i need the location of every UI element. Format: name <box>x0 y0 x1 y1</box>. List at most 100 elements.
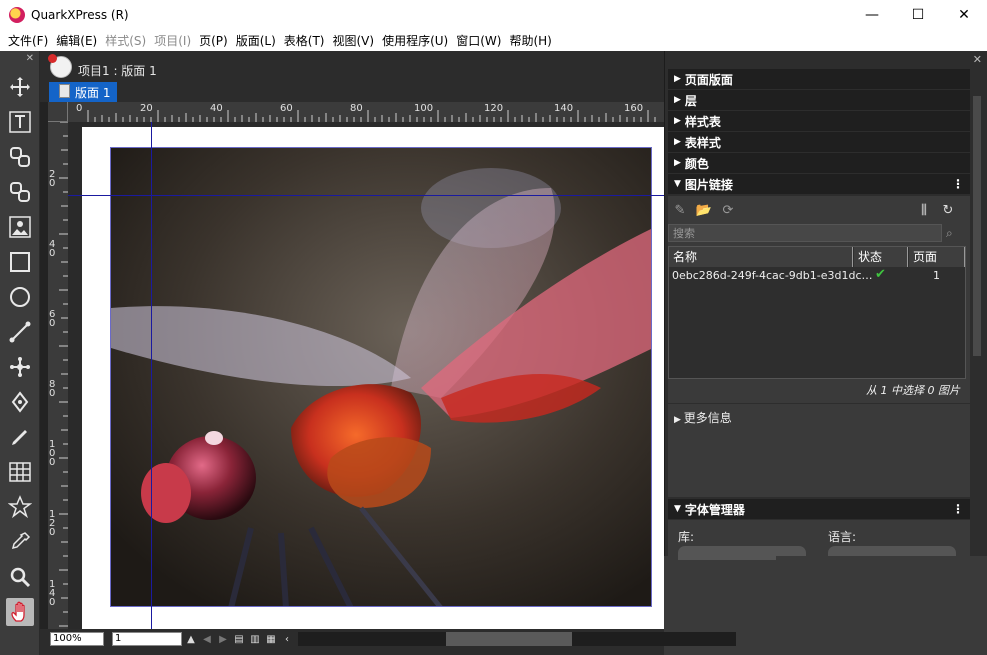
picture-links-body: ✎ 📂 ⟳ ⫼ ↻ 搜索 ⌕ 名称 状态 页面 0ebc286d-249f-4c… <box>668 196 970 403</box>
panel-colors[interactable]: ▶ 颜色 <box>668 153 970 173</box>
title-bar: QuarkXPress (R) — ☐ ✕ <box>0 0 987 30</box>
search-icon[interactable]: ⌕ <box>946 226 953 241</box>
menu-layout[interactable]: 版面(L) <box>232 32 280 49</box>
ruler-label: 120 <box>484 103 504 114</box>
close-button[interactable]: ✕ <box>941 0 987 30</box>
menu-table[interactable]: 表格(T) <box>280 32 329 49</box>
scroll-left-arrow-icon[interactable]: ‹ <box>280 632 294 646</box>
next-page-arrow-icon[interactable]: ▶ <box>216 632 230 646</box>
table-tool[interactable] <box>6 458 34 486</box>
layout-tab[interactable]: 版面 1 <box>49 82 117 102</box>
open-folder-icon[interactable]: 📂 <box>696 202 712 218</box>
menu-file[interactable]: 文件(F) <box>4 32 52 49</box>
section-label: 表样式 <box>684 135 721 150</box>
column-header-name[interactable]: 名称 <box>669 247 853 267</box>
panel-scroll-thumb[interactable] <box>973 96 981 356</box>
expand-arrow-icon: ▶ <box>674 74 681 84</box>
expand-arrow-icon: ▶ <box>674 158 681 168</box>
update-icon[interactable]: ⟳ <box>720 202 736 218</box>
oval-box-tool[interactable] <box>6 283 34 311</box>
panel-menu-icon[interactable]: ⋮ <box>952 502 964 516</box>
edit-pencil-icon[interactable]: ✎ <box>672 202 688 218</box>
more-info-section[interactable]: ▶ 更多信息 <box>668 404 970 497</box>
ruler-origin[interactable] <box>48 102 68 122</box>
page-1[interactable] <box>82 127 664 637</box>
ruler-label: 60 <box>280 103 293 114</box>
tools-close-icon[interactable]: ✕ <box>26 53 34 64</box>
pen-tool[interactable] <box>6 388 34 416</box>
panel-font-manager[interactable]: ▼ 字体管理器 ⋮ <box>668 499 970 519</box>
line-tool[interactable] <box>6 318 34 346</box>
ruler-label: 1 4 0 <box>49 579 56 608</box>
maximize-button[interactable]: ☐ <box>895 0 941 30</box>
ruler-label: 8 0 <box>49 379 56 399</box>
text-unlink-tool[interactable] <box>6 178 34 206</box>
vertical-guide[interactable] <box>151 122 152 637</box>
menu-help[interactable]: 帮助(H) <box>505 32 555 49</box>
menu-bar: 文件(F) 编辑(E) 样式(S) 项目(I) 页(P) 版面(L) 表格(T)… <box>0 30 987 51</box>
palette-close-icon[interactable]: ✕ <box>973 53 982 66</box>
menu-view[interactable]: 视图(V) <box>329 32 379 49</box>
text-tool[interactable] <box>6 108 34 136</box>
vertical-ruler[interactable]: 2 0 4 0 6 0 8 0 1 0 0 1 2 0 1 4 0 <box>48 122 68 637</box>
expand-arrow-icon: ▶ <box>674 137 681 147</box>
expand-arrow-icon: ▶ <box>674 95 681 105</box>
zoom-field[interactable]: 100% <box>50 632 104 646</box>
column-header-page[interactable]: 页面 <box>909 247 965 267</box>
eyedropper-tool[interactable] <box>6 528 34 556</box>
freehand-pen-tool[interactable] <box>6 423 34 451</box>
ruler-label: 0 <box>76 103 83 114</box>
panel-layers[interactable]: ▶ 层 <box>668 90 970 110</box>
text-link-tool[interactable] <box>6 143 34 171</box>
pen-nib-icon <box>11 391 29 413</box>
menu-window[interactable]: 窗口(W) <box>452 32 505 49</box>
menu-utilities[interactable]: 使用程序(U) <box>378 32 452 49</box>
horizontal-guide[interactable] <box>68 195 664 196</box>
picture-content-tool[interactable] <box>6 213 34 241</box>
picture-box[interactable] <box>110 147 652 607</box>
expand-arrow-icon: ▶ <box>674 116 681 126</box>
text-box-icon <box>9 111 31 133</box>
zoom-tool[interactable] <box>6 563 34 591</box>
split-window-icon[interactable]: ▥ <box>248 632 262 646</box>
page-up-arrow-icon[interactable]: ▲ <box>184 632 198 646</box>
preview-icon[interactable]: ▦ <box>264 632 278 646</box>
show-in-folder-icon[interactable]: ⫼ <box>916 202 932 218</box>
page-number-field[interactable]: 1 <box>112 632 182 646</box>
menu-item[interactable]: 项目(I) <box>150 32 195 49</box>
ruler-label: 6 0 <box>49 309 56 329</box>
panel-scrollbar[interactable] <box>971 86 983 556</box>
star-tool[interactable] <box>6 493 34 521</box>
ruler-label: 1 2 0 <box>49 509 56 538</box>
ruler-label: 100 <box>414 103 434 114</box>
panel-table-styles[interactable]: ▶ 表样式 <box>668 132 970 152</box>
minimize-button[interactable]: — <box>849 0 895 30</box>
horizontal-scroll-thumb[interactable] <box>446 632 572 646</box>
collapse-arrow-icon: ▼ <box>674 504 681 514</box>
section-label: 字体管理器 <box>684 502 745 517</box>
menu-edit[interactable]: 编辑(E) <box>52 32 101 49</box>
panel-style-sheets[interactable]: ▶ 样式表 <box>668 111 970 131</box>
panel-page-layout[interactable]: ▶ 页面版面 <box>668 69 970 89</box>
bezier-point-tool[interactable] <box>6 353 34 381</box>
panel-picture-links[interactable]: ▼ 图片链接 ⋮ <box>668 174 970 194</box>
pencil-icon <box>12 430 27 445</box>
unlink-icon <box>10 182 30 202</box>
expand-arrow-icon: ▶ <box>674 415 684 425</box>
view-mode-icon[interactable]: ▤ <box>232 632 246 646</box>
horizontal-ruler[interactable]: 0 20 40 60 80 100 120 140 160 <box>48 102 664 122</box>
page-icon <box>59 84 70 98</box>
move-tool[interactable] <box>6 73 34 101</box>
rectangle-box-tool[interactable] <box>6 248 34 276</box>
column-header-status[interactable]: 状态 <box>854 247 908 267</box>
pasteboard[interactable] <box>68 122 664 637</box>
refresh-icon[interactable]: ↻ <box>940 202 956 218</box>
menu-style[interactable]: 样式(S) <box>101 32 150 49</box>
hand-icon <box>11 601 25 622</box>
pan-tool[interactable] <box>6 598 34 626</box>
menu-page[interactable]: 页(P) <box>195 32 232 49</box>
prev-page-arrow-icon[interactable]: ◀ <box>200 632 214 646</box>
picture-search-input[interactable]: 搜索 <box>668 224 942 242</box>
horizontal-scrollbar[interactable] <box>298 632 736 646</box>
panel-menu-icon[interactable]: ⋮ <box>952 177 964 191</box>
